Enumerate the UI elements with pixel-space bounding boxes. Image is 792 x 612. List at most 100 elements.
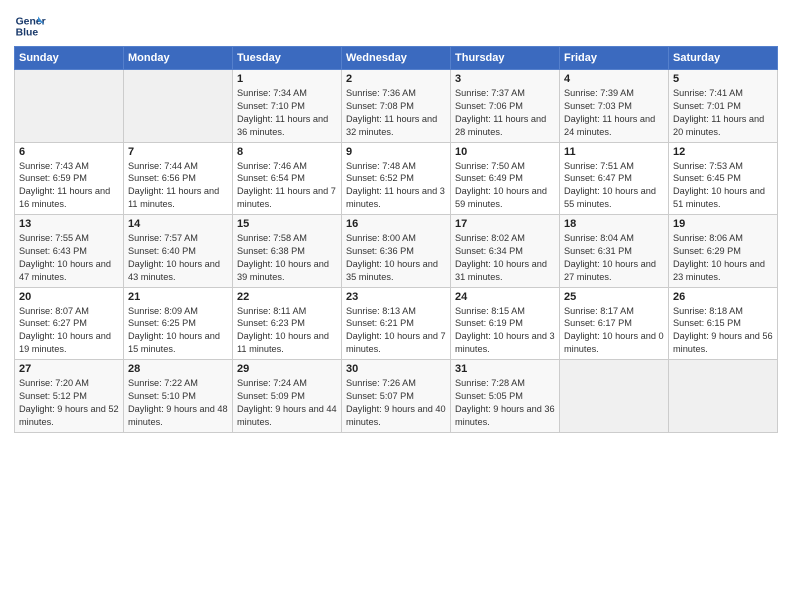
day-cell: 12 Sunrise: 7:53 AMSunset: 6:45 PMDayligh… [669, 142, 778, 215]
col-header-thursday: Thursday [451, 47, 560, 70]
day-number: 25 [564, 291, 664, 303]
day-cell: 15Sunrise: 7:58 AMSunset: 6:38 PMDayligh… [233, 215, 342, 288]
day-number: 13 [19, 218, 119, 230]
day-number: 14 [128, 218, 228, 230]
day-content: Sunrise: 8:15 AMSunset: 6:19 PMDaylight:… [455, 305, 555, 357]
week-row-0: 1 Sunrise: 7:34 AMSunset: 7:10 PMDaylight… [15, 70, 778, 143]
day-content: Sunrise: 7:48 AMSunset: 6:52 PMDaylight:… [346, 160, 446, 212]
week-row-4: 27 Sunrise: 7:20 AMSunset: 5:12 PMDayligh… [15, 360, 778, 433]
day-cell: 4 Sunrise: 7:39 AMSunset: 7:03 PMDaylight… [560, 70, 669, 143]
day-number: 19 [673, 218, 773, 230]
day-content: Sunrise: 7:34 AMSunset: 7:10 PMDaylight:… [237, 87, 337, 139]
day-content: Sunrise: 8:00 AMSunset: 6:36 PMDaylight:… [346, 232, 446, 284]
day-cell: 13 Sunrise: 7:55 AMSunset: 6:43 PMDayligh… [15, 215, 124, 288]
day-cell [560, 360, 669, 433]
day-number: 5 [673, 73, 773, 85]
day-content: Sunrise: 7:39 AMSunset: 7:03 PMDaylight:… [564, 87, 664, 139]
day-number: 16 [346, 218, 446, 230]
day-cell: 25 Sunrise: 8:17 AMSunset: 6:17 PMDayligh… [560, 287, 669, 360]
day-number: 23 [346, 291, 446, 303]
day-content: Sunrise: 8:11 AMSunset: 6:23 PMDaylight:… [237, 305, 337, 357]
week-row-2: 13 Sunrise: 7:55 AMSunset: 6:43 PMDayligh… [15, 215, 778, 288]
day-number: 6 [19, 146, 119, 158]
day-content: Sunrise: 7:20 AMSunset: 5:12 PMDaylight:… [19, 377, 119, 429]
page: General Blue SundayMondayTuesdayWednesda… [0, 0, 792, 612]
day-cell: 9 Sunrise: 7:48 AMSunset: 6:52 PMDaylight… [342, 142, 451, 215]
day-content: Sunrise: 7:53 AMSunset: 6:45 PMDaylight:… [673, 160, 773, 212]
day-content: Sunrise: 8:18 AMSunset: 6:15 PMDaylight:… [673, 305, 773, 357]
header-row: SundayMondayTuesdayWednesdayThursdayFrid… [15, 47, 778, 70]
day-content: Sunrise: 7:22 AMSunset: 5:10 PMDaylight:… [128, 377, 228, 429]
day-content: Sunrise: 7:55 AMSunset: 6:43 PMDaylight:… [19, 232, 119, 284]
day-content: Sunrise: 7:46 AMSunset: 6:54 PMDaylight:… [237, 160, 337, 212]
calendar-table: SundayMondayTuesdayWednesdayThursdayFrid… [14, 46, 778, 433]
day-number: 12 [673, 146, 773, 158]
logo: General Blue [14, 10, 46, 42]
day-content: Sunrise: 7:57 AMSunset: 6:40 PMDaylight:… [128, 232, 228, 284]
col-header-friday: Friday [560, 47, 669, 70]
day-content: Sunrise: 7:41 AMSunset: 7:01 PMDaylight:… [673, 87, 773, 139]
day-number: 15 [237, 218, 337, 230]
svg-text:Blue: Blue [16, 28, 39, 39]
day-cell: 10Sunrise: 7:50 AMSunset: 6:49 PMDayligh… [451, 142, 560, 215]
day-cell: 20 Sunrise: 8:07 AMSunset: 6:27 PMDayligh… [15, 287, 124, 360]
day-cell [15, 70, 124, 143]
day-cell: 29 Sunrise: 7:24 AMSunset: 5:09 PMDayligh… [233, 360, 342, 433]
day-cell: 5 Sunrise: 7:41 AMSunset: 7:01 PMDaylight… [669, 70, 778, 143]
day-content: Sunrise: 7:37 AMSunset: 7:06 PMDaylight:… [455, 87, 555, 139]
day-cell: 18 Sunrise: 8:04 AMSunset: 6:31 PMDayligh… [560, 215, 669, 288]
day-number: 3 [455, 73, 555, 85]
day-content: Sunrise: 8:04 AMSunset: 6:31 PMDaylight:… [564, 232, 664, 284]
day-number: 8 [237, 146, 337, 158]
col-header-wednesday: Wednesday [342, 47, 451, 70]
day-cell: 17Sunrise: 8:02 AMSunset: 6:34 PMDayligh… [451, 215, 560, 288]
day-content: Sunrise: 8:13 AMSunset: 6:21 PMDaylight:… [346, 305, 446, 357]
day-cell: 21 Sunrise: 8:09 AMSunset: 6:25 PMDayligh… [124, 287, 233, 360]
day-cell: 27 Sunrise: 7:20 AMSunset: 5:12 PMDayligh… [15, 360, 124, 433]
day-number: 4 [564, 73, 664, 85]
day-content: Sunrise: 7:43 AMSunset: 6:59 PMDaylight:… [19, 160, 119, 212]
day-content: Sunrise: 8:07 AMSunset: 6:27 PMDaylight:… [19, 305, 119, 357]
week-row-3: 20 Sunrise: 8:07 AMSunset: 6:27 PMDayligh… [15, 287, 778, 360]
day-number: 9 [346, 146, 446, 158]
day-number: 1 [237, 73, 337, 85]
day-number: 21 [128, 291, 228, 303]
day-cell: 23 Sunrise: 8:13 AMSunset: 6:21 PMDayligh… [342, 287, 451, 360]
day-cell: 7 Sunrise: 7:44 AMSunset: 6:56 PMDaylight… [124, 142, 233, 215]
day-cell: 14 Sunrise: 7:57 AMSunset: 6:40 PMDayligh… [124, 215, 233, 288]
day-cell [124, 70, 233, 143]
week-row-1: 6 Sunrise: 7:43 AMSunset: 6:59 PMDaylight… [15, 142, 778, 215]
day-content: Sunrise: 8:17 AMSunset: 6:17 PMDaylight:… [564, 305, 664, 357]
col-header-tuesday: Tuesday [233, 47, 342, 70]
day-content: Sunrise: 7:36 AMSunset: 7:08 PMDaylight:… [346, 87, 446, 139]
day-content: Sunrise: 7:44 AMSunset: 6:56 PMDaylight:… [128, 160, 228, 212]
day-number: 30 [346, 363, 446, 375]
day-number: 11 [564, 146, 664, 158]
day-cell: 19 Sunrise: 8:06 AMSunset: 6:29 PMDayligh… [669, 215, 778, 288]
day-number: 29 [237, 363, 337, 375]
day-number: 2 [346, 73, 446, 85]
day-number: 22 [237, 291, 337, 303]
day-content: Sunrise: 8:09 AMSunset: 6:25 PMDaylight:… [128, 305, 228, 357]
day-content: Sunrise: 7:24 AMSunset: 5:09 PMDaylight:… [237, 377, 337, 429]
logo-svg: General Blue [14, 10, 46, 42]
day-cell: 26Sunrise: 8:18 AMSunset: 6:15 PMDayligh… [669, 287, 778, 360]
day-content: Sunrise: 7:51 AMSunset: 6:47 PMDaylight:… [564, 160, 664, 212]
day-cell [669, 360, 778, 433]
col-header-monday: Monday [124, 47, 233, 70]
day-number: 17 [455, 218, 555, 230]
day-number: 27 [19, 363, 119, 375]
header: General Blue [14, 10, 778, 42]
day-cell: 8 Sunrise: 7:46 AMSunset: 6:54 PMDaylight… [233, 142, 342, 215]
day-content: Sunrise: 7:26 AMSunset: 5:07 PMDaylight:… [346, 377, 446, 429]
day-cell: 30 Sunrise: 7:26 AMSunset: 5:07 PMDayligh… [342, 360, 451, 433]
day-cell: 16 Sunrise: 8:00 AMSunset: 6:36 PMDayligh… [342, 215, 451, 288]
day-cell: 3 Sunrise: 7:37 AMSunset: 7:06 PMDaylight… [451, 70, 560, 143]
day-number: 20 [19, 291, 119, 303]
day-cell: 1 Sunrise: 7:34 AMSunset: 7:10 PMDaylight… [233, 70, 342, 143]
day-cell: 24Sunrise: 8:15 AMSunset: 6:19 PMDayligh… [451, 287, 560, 360]
day-content: Sunrise: 8:06 AMSunset: 6:29 PMDaylight:… [673, 232, 773, 284]
day-number: 18 [564, 218, 664, 230]
day-content: Sunrise: 7:28 AMSunset: 5:05 PMDaylight:… [455, 377, 555, 429]
day-number: 7 [128, 146, 228, 158]
